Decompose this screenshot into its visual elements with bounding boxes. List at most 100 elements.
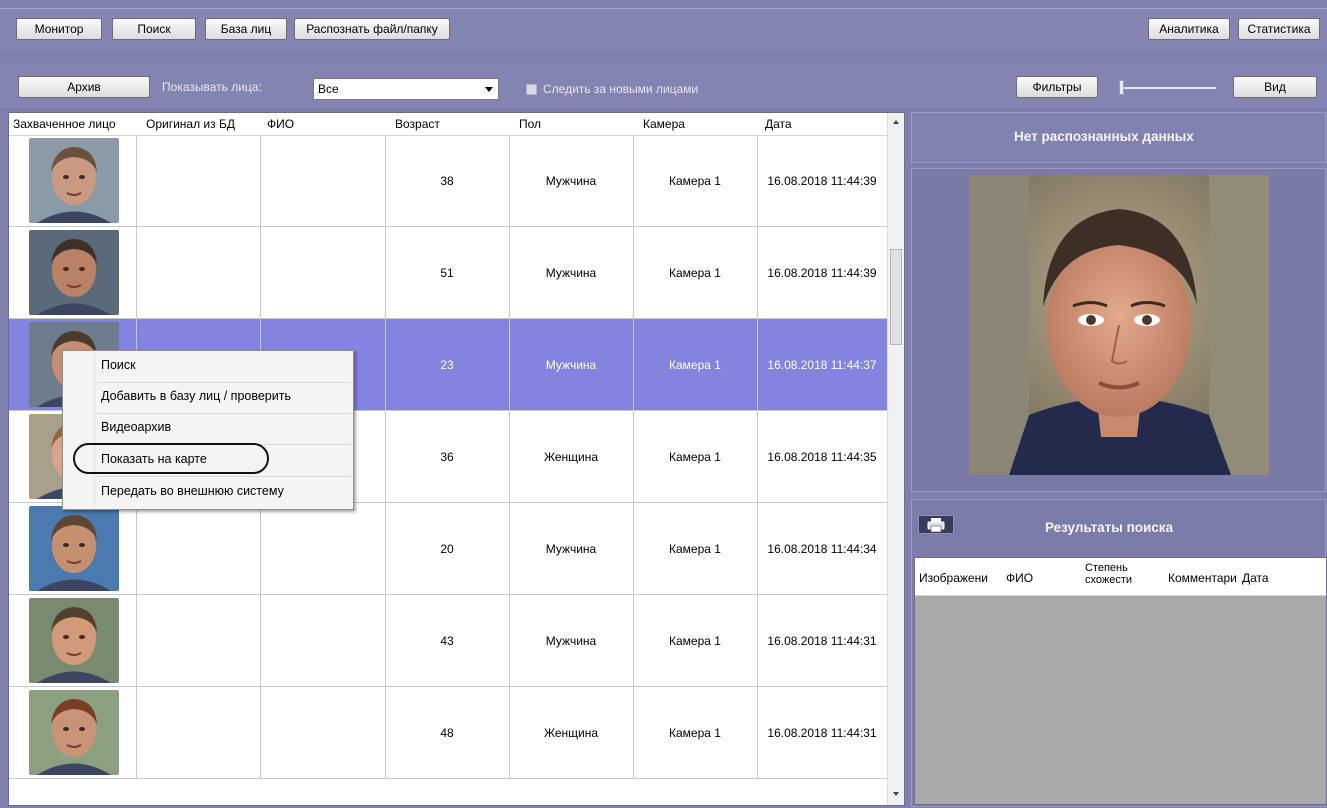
age-cell: 20 xyxy=(440,541,454,556)
col-comment[interactable]: Комментари xyxy=(1168,571,1237,585)
column-divider xyxy=(136,595,137,686)
context-menu: Поиск Добавить в базу лиц / проверить Ви… xyxy=(62,350,354,510)
follow-new-faces-checkbox[interactable] xyxy=(526,84,537,95)
menu-item-add-to-db[interactable]: Добавить в базу лиц / проверить xyxy=(101,389,291,403)
col-date[interactable]: Дата xyxy=(765,117,792,131)
table-row[interactable]: 20 Мужчина Камера 1 16.08.2018 11:44:34 xyxy=(9,503,887,595)
captured-face-thumbnail[interactable] xyxy=(29,598,119,683)
scroll-down-icon[interactable] xyxy=(893,792,899,796)
gender-cell: Мужчина xyxy=(545,357,597,372)
captured-face-thumbnail[interactable] xyxy=(29,690,119,775)
results-header: Изображени ФИО Степень схожести Коммента… xyxy=(915,558,1326,596)
column-divider xyxy=(260,227,261,318)
col-image[interactable]: Изображени xyxy=(919,571,988,585)
search-results-title: Результаты поиска xyxy=(1045,520,1174,535)
col-original-db[interactable]: Оригинал из БД xyxy=(146,117,235,131)
date-cell: 16.08.2018 11:44:35 xyxy=(767,449,877,464)
statistics-button[interactable]: Статистика xyxy=(1238,18,1320,40)
camera-cell: Камера 1 xyxy=(669,265,721,280)
gender-cell: Мужчина xyxy=(545,173,597,188)
recognized-face-photo xyxy=(969,175,1269,475)
col-fio[interactable]: ФИО xyxy=(1006,571,1033,585)
recognition-title: Нет распознанных данных xyxy=(1014,129,1194,144)
gender-cell: Мужчина xyxy=(545,541,597,556)
main-toolbar xyxy=(0,8,1327,51)
column-divider xyxy=(260,595,261,686)
archive-button[interactable]: Архив xyxy=(18,76,150,98)
scroll-thumb[interactable] xyxy=(890,249,902,345)
similarity-line-1: Степень xyxy=(1085,562,1128,574)
date-cell: 16.08.2018 11:44:31 xyxy=(767,633,877,648)
camera-cell: Камера 1 xyxy=(669,357,721,372)
date-cell: 16.08.2018 11:44:34 xyxy=(767,541,877,556)
filters-button[interactable]: Фильтры xyxy=(1016,76,1098,98)
follow-new-faces-label: Следить за новыми лицами xyxy=(543,82,699,96)
captured-face-thumbnail[interactable] xyxy=(29,230,119,315)
show-faces-label: Показывать лица: xyxy=(162,80,262,94)
highlight-oval xyxy=(73,443,269,474)
column-divider xyxy=(136,687,137,778)
camera-cell: Камера 1 xyxy=(669,449,721,464)
table-row[interactable]: 51 Мужчина Камера 1 16.08.2018 11:44:39 xyxy=(9,227,887,319)
date-cell: 16.08.2018 11:44:37 xyxy=(767,357,877,372)
menu-gutter xyxy=(94,353,95,507)
gender-cell: Женщина xyxy=(543,725,599,740)
menu-separator xyxy=(97,413,351,414)
gender-cell: Женщина xyxy=(543,449,599,464)
similarity-line-2: схожести xyxy=(1085,574,1133,586)
column-divider xyxy=(260,135,261,226)
column-divider xyxy=(260,687,261,778)
chevron-down-icon xyxy=(485,87,493,92)
table-scrollbar[interactable] xyxy=(887,113,904,805)
print-button[interactable] xyxy=(918,515,954,534)
col-captured-face[interactable]: Захваченное лицо xyxy=(13,117,116,131)
search-button[interactable]: Поиск xyxy=(112,18,196,40)
age-cell: 38 xyxy=(440,173,454,188)
col-gender[interactable]: Пол xyxy=(519,117,541,131)
date-cell: 16.08.2018 11:44:39 xyxy=(767,173,877,188)
menu-separator xyxy=(97,476,351,477)
table-row[interactable]: 38 Мужчина Камера 1 16.08.2018 11:44:39 xyxy=(9,135,887,227)
column-divider xyxy=(136,503,137,594)
col-age[interactable]: Возраст xyxy=(395,117,440,131)
zoom-slider-thumb[interactable] xyxy=(1119,80,1124,95)
column-divider xyxy=(136,135,137,226)
gender-cell: Мужчина xyxy=(545,265,597,280)
printer-icon xyxy=(927,517,945,532)
captured-face-thumbnail[interactable] xyxy=(29,138,119,223)
table-header: Захваченное лицо Оригинал из БД ФИО Возр… xyxy=(9,113,887,136)
col-camera[interactable]: Камера xyxy=(643,117,685,131)
age-cell: 51 xyxy=(440,265,454,280)
menu-item-send-external[interactable]: Передать во внешнюю систему xyxy=(101,484,284,498)
face-search-window: Монитор Поиск База лиц Распознать файл/п… xyxy=(0,0,1327,808)
age-cell: 48 xyxy=(440,725,454,740)
camera-cell: Камера 1 xyxy=(669,173,721,188)
recognize-file-button[interactable]: Распознать файл/папку xyxy=(294,18,450,40)
view-button[interactable]: Вид xyxy=(1233,76,1317,98)
face-db-button[interactable]: База лиц xyxy=(205,18,287,40)
age-cell: 43 xyxy=(440,633,454,648)
camera-cell: Камера 1 xyxy=(669,633,721,648)
column-divider xyxy=(136,227,137,318)
zoom-slider[interactable] xyxy=(1120,87,1216,89)
monitor-button[interactable]: Монитор xyxy=(16,18,102,40)
age-cell: 36 xyxy=(440,449,454,464)
table-row[interactable]: 43 Мужчина Камера 1 16.08.2018 11:44:31 xyxy=(9,595,887,687)
date-cell: 16.08.2018 11:44:39 xyxy=(767,265,877,280)
show-faces-select[interactable]: Все xyxy=(313,78,499,100)
camera-cell: Камера 1 xyxy=(669,541,721,556)
scroll-up-icon[interactable] xyxy=(893,120,899,124)
analytics-button[interactable]: Аналитика xyxy=(1148,18,1230,40)
menu-item-video-archive[interactable]: Видеоархив xyxy=(101,420,171,434)
col-similarity[interactable]: Степень схожести xyxy=(1085,562,1132,586)
menu-item-search[interactable]: Поиск xyxy=(101,358,136,372)
column-divider xyxy=(260,503,261,594)
search-results-table: Изображени ФИО Степень схожести Коммента… xyxy=(914,557,1327,805)
col-name[interactable]: ФИО xyxy=(267,117,294,131)
col-result-date[interactable]: Дата xyxy=(1242,571,1269,585)
gender-cell: Мужчина xyxy=(545,633,597,648)
age-cell: 23 xyxy=(440,357,454,372)
captured-face-thumbnail[interactable] xyxy=(29,506,119,591)
camera-cell: Камера 1 xyxy=(669,725,721,740)
table-row[interactable]: 48 Женщина Камера 1 16.08.2018 11:44:31 xyxy=(9,687,887,779)
